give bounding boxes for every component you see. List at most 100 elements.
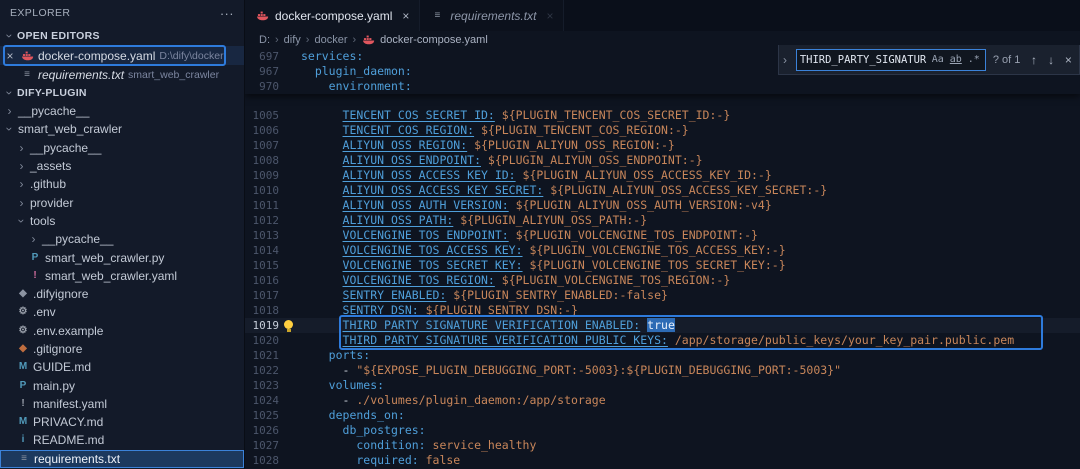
line-number[interactable]: 1012 (245, 213, 280, 228)
line-number[interactable]: 970 (245, 79, 279, 94)
line-number[interactable]: 1028 (245, 453, 280, 468)
next-match-button[interactable]: ↓ (1045, 53, 1058, 67)
code-line-1006[interactable]: 1006 TENCENT_COS_REGION: ${PLUGIN_TENCENT… (245, 123, 1080, 138)
line-number[interactable]: 1005 (245, 108, 280, 123)
code-line-1017[interactable]: 1017 SENTRY_ENABLED: ${PLUGIN_SENTRY_ENAB… (245, 288, 1080, 303)
close-editor-icon[interactable]: × (4, 49, 16, 63)
lightbulb-icon[interactable] (284, 320, 293, 332)
code-line-1015[interactable]: 1015 VOLCENGINE_TOS_SECRET_KEY: ${PLUGIN_… (245, 258, 1080, 273)
tree-item-requirements.txt[interactable]: ≡ requirements.txt (0, 449, 244, 468)
code-line-1023[interactable]: 1023 volumes: (245, 378, 1080, 393)
previous-match-button[interactable]: ↑ (1027, 53, 1040, 67)
line-number[interactable]: 1011 (245, 198, 280, 213)
tree-item-.env[interactable]: ⚙ .env (0, 303, 244, 321)
workspace-header[interactable]: › DIFY-PLUGIN (0, 84, 244, 102)
line-number[interactable]: 1013 (245, 228, 280, 243)
line-number[interactable]: 1026 (245, 423, 280, 438)
tree-item-tools[interactable]: › tools (0, 212, 244, 230)
line-number[interactable]: 1017 (245, 288, 280, 303)
tree-item-__pycache__[interactable]: › __pycache__ (0, 230, 244, 248)
line-number[interactable]: 1018 (245, 303, 280, 318)
code-line-1020[interactable]: 1020 THIRD_PARTY_SIGNATURE_VERIFICATION_P… (245, 333, 1080, 348)
close-find-button[interactable]: × (1062, 53, 1075, 67)
line-number[interactable]: 1022 (245, 363, 280, 378)
line-number[interactable]: 1009 (245, 168, 280, 183)
tree-item-label: manifest.yaml (33, 396, 108, 411)
code-line-1009[interactable]: 1009 ALIYUN_OSS_ACCESS_KEY_ID: ${PLUGIN_A… (245, 168, 1080, 183)
code-line-970[interactable]: 970 environment: (245, 79, 1080, 94)
line-number[interactable]: 1006 (245, 123, 280, 138)
regex-button[interactable]: .* (966, 54, 982, 65)
tree-item-manifest.yaml[interactable]: ! manifest.yaml (0, 395, 244, 413)
match-case-button[interactable]: Aa (930, 54, 946, 65)
line-number[interactable]: 697 (245, 49, 279, 64)
line-number[interactable]: 1010 (245, 183, 280, 198)
code-line-1018[interactable]: 1018 SENTRY_DSN: ${PLUGIN_SENTRY_DSN:-} (245, 303, 1080, 318)
tree-item-provider[interactable]: › provider (0, 193, 244, 211)
code-line-1022[interactable]: 1022 - "${EXPOSE_PLUGIN_DEBUGGING_PORT:-5… (245, 363, 1080, 378)
code-line-1008[interactable]: 1008 ALIYUN_OSS_ENDPOINT: ${PLUGIN_ALIYUN… (245, 153, 1080, 168)
code-line-1028[interactable]: 1028 required: false (245, 453, 1080, 468)
code-editor[interactable]: 697 services: 967 plugin_daemon: 970 environm… (245, 49, 1080, 469)
tree-item-.difyignore[interactable]: ◆ .difyignore (0, 285, 244, 303)
code-line-1026[interactable]: 1026 db_postgres: (245, 423, 1080, 438)
code-line-1013[interactable]: 1013 VOLCENGINE_TOS_ENDPOINT: ${PLUGIN_VO… (245, 228, 1080, 243)
code-line-1010[interactable]: 1010 ALIYUN_OSS_ACCESS_KEY_SECRET: ${PLUG… (245, 183, 1080, 198)
line-number[interactable]: 1024 (245, 393, 280, 408)
tree-item-__pycache__[interactable]: › __pycache__ (0, 102, 244, 120)
code-line-1025[interactable]: 1025 depends_on: (245, 408, 1080, 423)
line-number[interactable]: 1015 (245, 258, 280, 273)
breadcrumb-item[interactable]: dify (284, 34, 301, 46)
line-number[interactable]: 1027 (245, 438, 280, 453)
code-line-1011[interactable]: 1011 ALIYUN_OSS_AUTH_VERSION: ${PLUGIN_AL… (245, 198, 1080, 213)
code-line-1012[interactable]: 1012 ALIYUN_OSS_PATH: ${PLUGIN_ALIYUN_OSS… (245, 213, 1080, 228)
find-input[interactable] (799, 53, 928, 66)
tree-item-label: smart_web_crawler.py (45, 250, 165, 265)
tree-item-GUIDE.md[interactable]: M GUIDE.md (0, 358, 244, 376)
close-tab-icon[interactable]: × (546, 9, 553, 23)
tree-item-smart_web_crawler[interactable]: › smart_web_crawler (0, 120, 244, 138)
code-line-1027[interactable]: 1027 condition: service_healthy (245, 438, 1080, 453)
breadcrumb-file[interactable]: docker-compose.yaml (380, 34, 488, 46)
code-token: ${PLUGIN_ALIYUN_OSS_REGION:-} (467, 138, 675, 152)
code-line-1021[interactable]: 1021 ports: (245, 348, 1080, 363)
line-number[interactable]: 1016 (245, 273, 280, 288)
line-number[interactable]: 1020 (245, 333, 280, 348)
whole-word-button[interactable]: ab (948, 54, 964, 65)
open-editor-item[interactable]: × docker-compose.yaml D:\dify\docker (0, 46, 244, 65)
tree-item-label: provider (30, 195, 74, 210)
line-number[interactable]: 967 (245, 64, 279, 79)
line-number[interactable]: 1023 (245, 378, 280, 393)
code-line-1005[interactable]: 1005 TENCENT_COS_SECRET_ID: ${PLUGIN_TENC… (245, 108, 1080, 123)
code-line-1014[interactable]: 1014 VOLCENGINE_TOS_ACCESS_KEY: ${PLUGIN_… (245, 243, 1080, 258)
tree-item-README.md[interactable]: i README.md (0, 431, 244, 449)
tab-requirements.txt[interactable]: ≡ requirements.txt × (420, 0, 565, 31)
line-number[interactable]: 1014 (245, 243, 280, 258)
open-editor-item[interactable]: ≡ requirements.txt smart_web_crawler (0, 65, 244, 84)
line-number[interactable]: 1008 (245, 153, 280, 168)
tree-item-main.py[interactable]: Pmain.py (0, 376, 244, 394)
code-line-1016[interactable]: 1016 VOLCENGINE_TOS_REGION: ${PLUGIN_VOLC… (245, 273, 1080, 288)
code-line-1024[interactable]: 1024 - ./volumes/plugin_daemon:/app/stora… (245, 393, 1080, 408)
close-tab-icon[interactable]: × (402, 9, 409, 23)
tree-item-.gitignore[interactable]: ◆ .gitignore (0, 340, 244, 358)
tab-docker-compose.yaml[interactable]: docker-compose.yaml × (245, 0, 421, 31)
line-number[interactable]: 1025 (245, 408, 280, 423)
code-line-1007[interactable]: 1007 ALIYUN_OSS_REGION: ${PLUGIN_ALIYUN_O… (245, 138, 1080, 153)
line-number[interactable]: 1007 (245, 138, 280, 153)
tree-item-smart_web_crawler.py[interactable]: Psmart_web_crawler.py (0, 248, 244, 266)
line-number[interactable]: 1019 (245, 318, 280, 333)
tree-item-smart_web_crawler.yaml[interactable]: ! smart_web_crawler.yaml (0, 267, 244, 285)
breadcrumb-item[interactable]: docker (314, 34, 347, 46)
toggle-replace-icon[interactable]: › (783, 53, 792, 67)
tree-item-_assets[interactable]: › _assets (0, 157, 244, 175)
tree-item-.github[interactable]: › .github (0, 175, 244, 193)
tree-item-.env.example[interactable]: ⚙ .env.example (0, 322, 244, 340)
explorer-more-actions-icon[interactable]: ··· (220, 6, 234, 21)
tree-item-PRIVACY.md[interactable]: M PRIVACY.md (0, 413, 244, 431)
open-editors-header[interactable]: › OPEN EDITORS (0, 26, 244, 46)
line-number[interactable]: 1021 (245, 348, 280, 363)
code-line-1019[interactable]: 1019 THIRD_PARTY_SIGNATURE_VERIFICATION_E… (245, 318, 1080, 333)
breadcrumb-item[interactable]: D: (259, 34, 270, 46)
tree-item-__pycache__[interactable]: › __pycache__ (0, 139, 244, 157)
